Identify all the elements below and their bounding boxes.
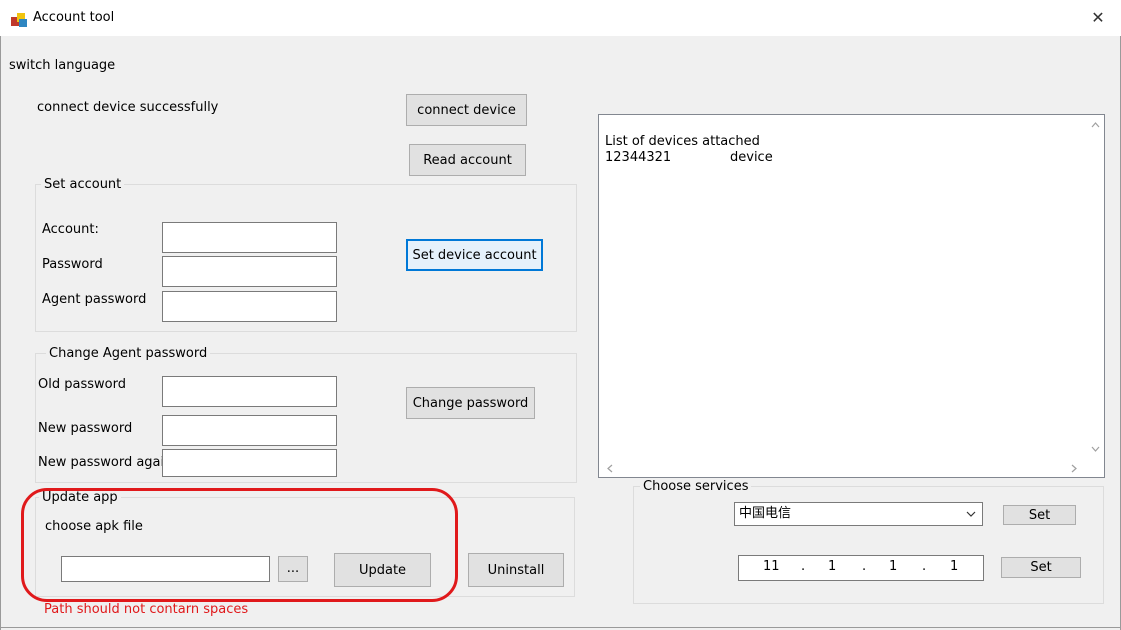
password-label: Password (42, 257, 103, 272)
ip-octet-4[interactable]: 1 (950, 559, 958, 574)
agent-password-label: Agent password (42, 292, 147, 307)
close-button[interactable]: ✕ (1075, 0, 1121, 36)
uninstall-button[interactable]: Uninstall (468, 553, 564, 587)
scroll-up-icon[interactable] (1091, 122, 1100, 128)
horizontal-scrollbar[interactable] (599, 460, 1087, 477)
device-state: device (730, 150, 773, 165)
new-password-label: New password (38, 421, 133, 436)
device-id: 12344321 (605, 150, 672, 165)
old-password-input[interactable] (162, 376, 337, 407)
new-password-again-input[interactable] (162, 449, 337, 477)
device-log-header: List of devices attached (605, 134, 760, 149)
vertical-scrollbar[interactable] (1087, 115, 1104, 460)
service-select[interactable]: 中国电信 (734, 502, 983, 526)
device-log-box[interactable]: List of devices attached 12344321 device (598, 114, 1105, 478)
ip-set-button[interactable]: Set (1001, 557, 1081, 578)
window-bottom-edge (0, 627, 1121, 628)
title-bar: Account tool ✕ (0, 0, 1121, 37)
ip-address-input[interactable]: 11 . 1 . 1 . 1 (738, 555, 984, 581)
read-account-button[interactable]: Read account (409, 144, 526, 176)
connection-status: connect device successfully (37, 100, 219, 115)
switch-language-link[interactable]: switch language (9, 58, 115, 73)
password-input[interactable] (162, 256, 337, 287)
change-password-button[interactable]: Change password (406, 387, 535, 419)
ip-dot: . (801, 559, 806, 574)
set-device-account-button[interactable]: Set device account (406, 239, 543, 271)
scroll-left-icon[interactable] (607, 464, 613, 473)
connect-device-button[interactable]: connect device (406, 94, 527, 126)
ip-octet-2[interactable]: 1 (828, 559, 836, 574)
scroll-down-icon[interactable] (1091, 446, 1100, 452)
window-title: Account tool (33, 10, 115, 25)
ip-dot: . (922, 559, 927, 574)
ip-octet-1[interactable]: 11 (763, 559, 780, 574)
app-icon (11, 13, 27, 27)
window-left-edge (0, 36, 1, 630)
new-password-input[interactable] (162, 415, 337, 446)
new-password-again-label: New password again (38, 455, 173, 470)
agent-password-input[interactable] (162, 291, 337, 322)
scroll-right-icon[interactable] (1071, 464, 1077, 473)
set-account-legend: Set account (41, 177, 125, 192)
old-password-label: Old password (38, 377, 126, 392)
account-label: Account: (42, 222, 99, 237)
path-warning: Path should not contarn spaces (44, 602, 249, 617)
service-selected-value: 中国电信 (739, 506, 792, 521)
ip-octet-3[interactable]: 1 (889, 559, 897, 574)
chevron-down-icon (966, 511, 976, 517)
ip-dot: . (862, 559, 867, 574)
highlight-annotation (21, 488, 458, 602)
choose-services-legend: Choose services (640, 479, 752, 494)
account-input[interactable] (162, 222, 337, 253)
service-set-button[interactable]: Set (1003, 505, 1076, 525)
close-icon: ✕ (1091, 8, 1105, 27)
change-agent-password-legend: Change Agent password (46, 346, 211, 361)
